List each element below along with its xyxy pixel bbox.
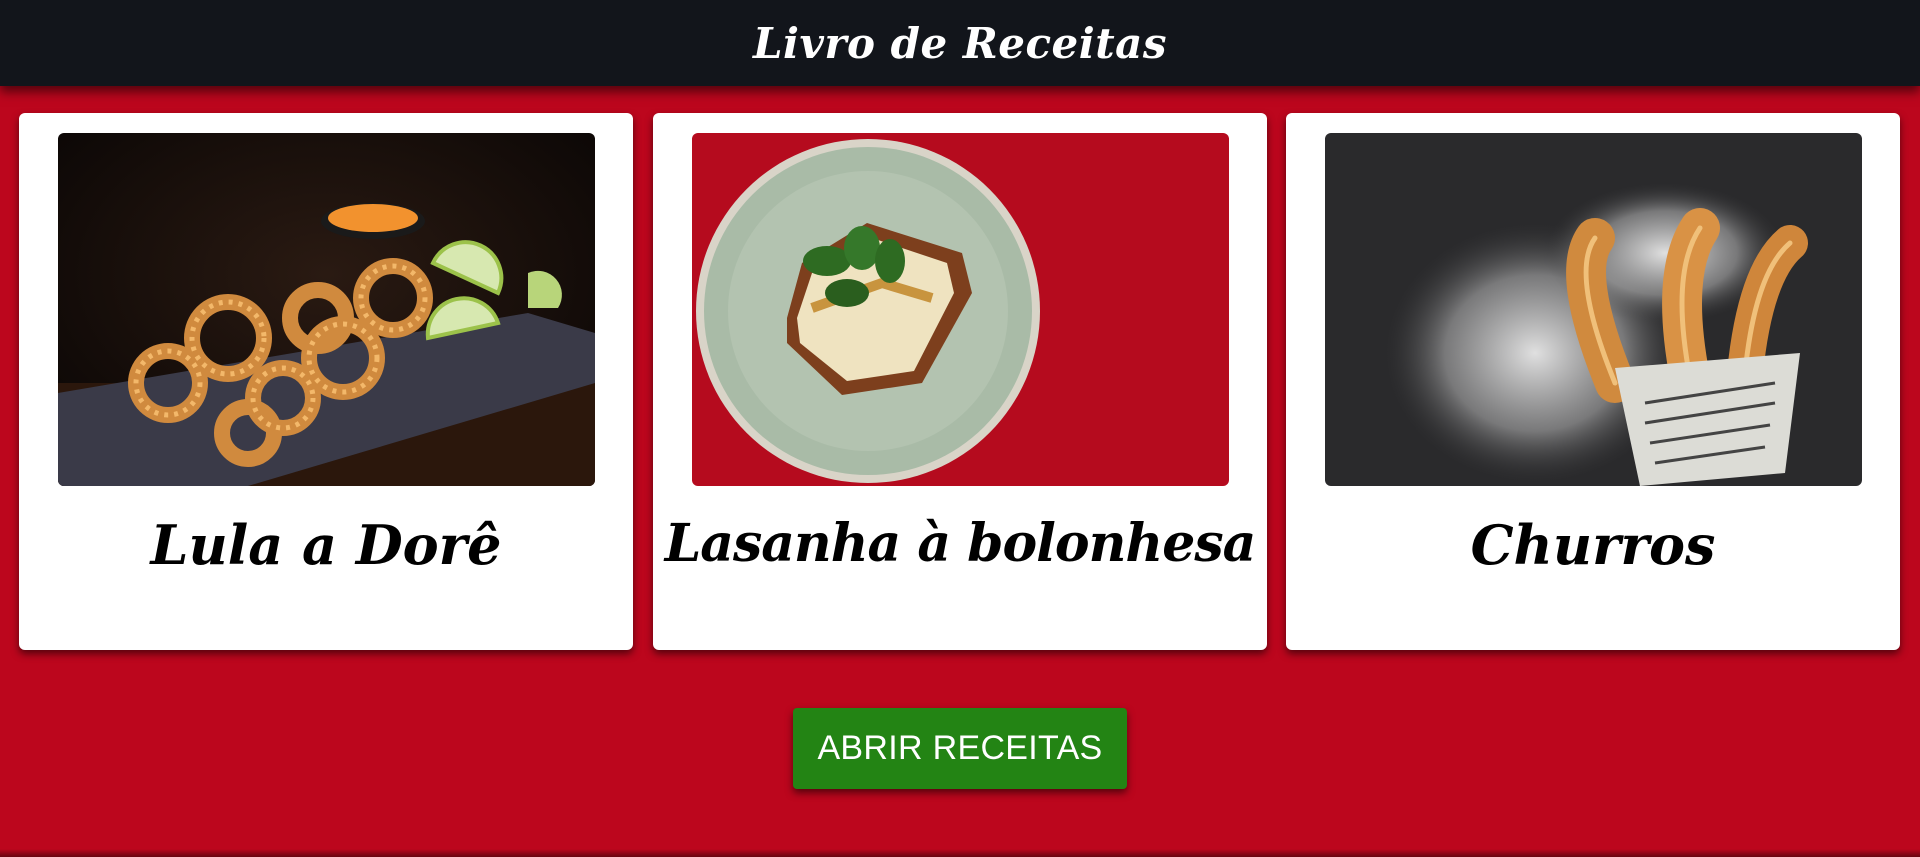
churros-photo xyxy=(1325,133,1862,486)
recipe-card[interactable]: Lasanha à bolonhesa xyxy=(653,113,1267,650)
lasagna-photo xyxy=(692,133,1229,486)
recipe-title: Churros xyxy=(1470,513,1716,577)
recipe-photo xyxy=(692,133,1229,486)
fried-calamari-photo xyxy=(58,133,595,486)
top-bar: Livro de Receitas xyxy=(0,0,1920,86)
recipe-card[interactable]: Churros xyxy=(1286,113,1900,650)
bottom-shadow xyxy=(0,849,1920,857)
open-recipes-button[interactable]: ABRIR RECEITAS xyxy=(793,708,1127,789)
recipe-card[interactable]: Lula a Dorê xyxy=(19,113,633,650)
recipe-title: Lasanha à bolonhesa xyxy=(664,513,1257,574)
recipe-photo xyxy=(1325,133,1862,486)
recipe-book-page: Livro de Receitas Lula a Dorê Lasanha à … xyxy=(0,0,1920,857)
recipe-title: Lula a Dorê xyxy=(150,513,502,577)
recipe-photo xyxy=(58,133,595,486)
page-title: Livro de Receitas xyxy=(752,18,1167,68)
